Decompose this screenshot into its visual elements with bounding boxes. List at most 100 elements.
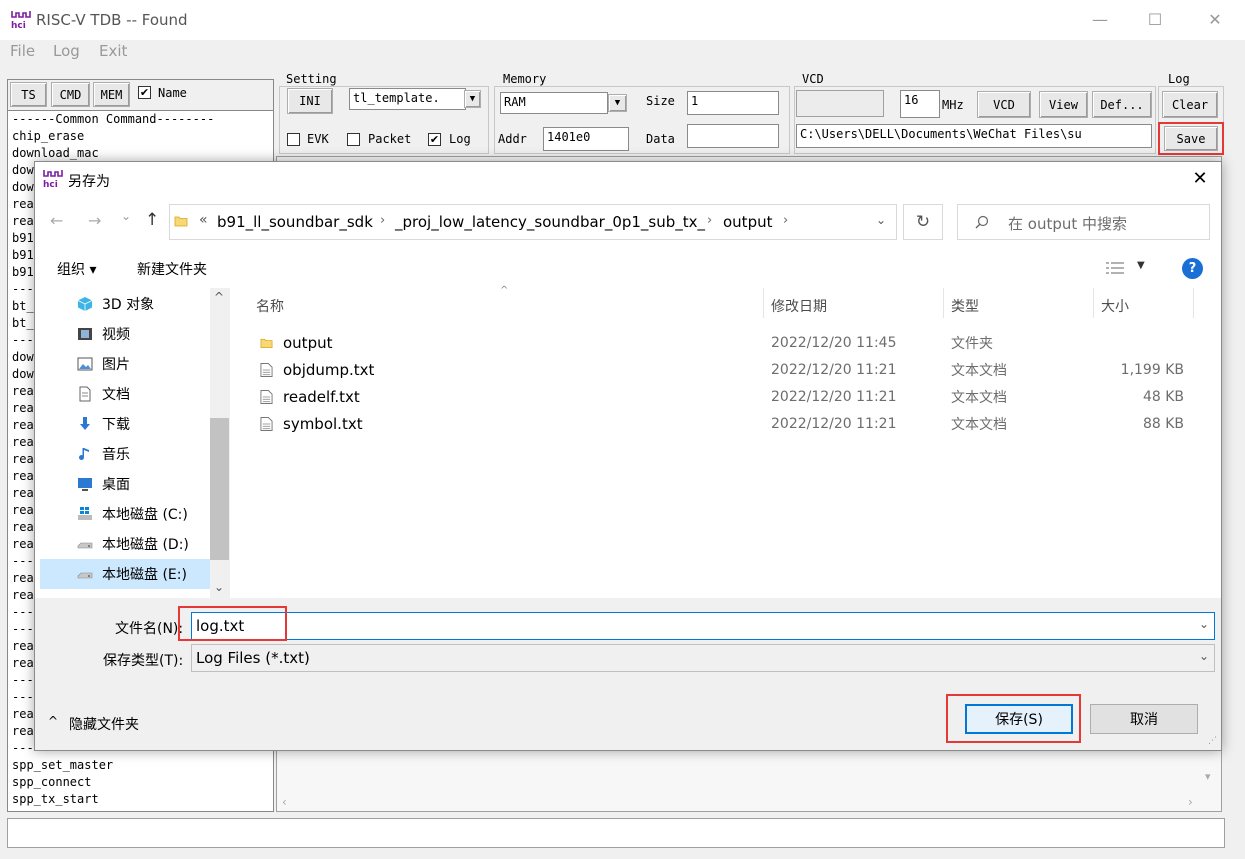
file-row[interactable]: output 2022/12/20 11:45 文件夹 xyxy=(256,329,1196,356)
command-item[interactable]: ------Common Command-------- xyxy=(8,111,273,128)
addr-input[interactable]: 1401e0 xyxy=(543,127,629,151)
column-divider[interactable] xyxy=(1193,288,1194,318)
resize-grip-icon[interactable]: ⋰ xyxy=(1208,736,1217,746)
back-arrow-icon[interactable]: ← xyxy=(50,211,63,230)
menu-file[interactable]: File xyxy=(10,42,35,60)
nav-item-label: 桌面 xyxy=(102,477,130,493)
help-icon[interactable]: ? xyxy=(1182,258,1203,279)
close-button[interactable]: ✕ xyxy=(1200,6,1230,34)
nav-scroll-down-icon[interactable]: ⌄ xyxy=(214,580,224,594)
def-button[interactable]: Def... xyxy=(1092,91,1152,118)
file-type: 文本文档 xyxy=(951,362,1007,379)
command-input[interactable] xyxy=(7,818,1225,848)
vcd-status-box xyxy=(796,90,884,117)
dialog-cancel-button[interactable]: 取消 xyxy=(1090,704,1198,734)
mem-tab[interactable]: MEM xyxy=(93,82,130,107)
packet-checkbox[interactable] xyxy=(347,133,360,146)
filetype-value: Log Files (*.txt) xyxy=(196,649,310,667)
nav-item[interactable]: 本地磁盘 (C:) xyxy=(40,499,210,529)
nav-item[interactable]: 音乐 xyxy=(40,439,210,469)
file-row[interactable]: symbol.txt 2022/12/20 11:21 文本文档 88 KB xyxy=(256,410,1196,437)
template-select[interactable]: tl_template. xyxy=(349,88,466,110)
hide-folders-button[interactable]: 隐藏文件夹 xyxy=(69,714,139,734)
frequency-input[interactable]: 16 xyxy=(900,90,940,118)
breadcrumb-overflow[interactable]: « xyxy=(199,212,208,228)
new-folder-button[interactable]: 新建文件夹 xyxy=(137,259,207,279)
nav-item-label: 音乐 xyxy=(102,447,130,463)
view-button[interactable]: View xyxy=(1039,91,1088,118)
nav-item[interactable]: 3D 对象 xyxy=(40,289,210,319)
forward-arrow-icon[interactable]: → xyxy=(88,211,101,230)
scroll-left-icon[interactable]: ‹ xyxy=(282,795,287,809)
scroll-down-icon[interactable]: ▾ xyxy=(1205,770,1211,783)
clear-button[interactable]: Clear xyxy=(1162,91,1218,118)
vcd-button[interactable]: VCD xyxy=(977,91,1031,118)
template-dropdown-icon[interactable]: ▼ xyxy=(464,90,481,108)
nav-item[interactable]: 本地磁盘 (D:) xyxy=(40,529,210,559)
column-size[interactable]: 大小 xyxy=(1101,296,1129,316)
filename-input[interactable]: log.txt xyxy=(191,612,1215,640)
dialog-close-button[interactable]: ✕ xyxy=(1185,166,1215,192)
filetype-dropdown-icon[interactable]: ⌄ xyxy=(1199,649,1209,663)
nav-scroll-up-icon[interactable]: ^ xyxy=(214,290,224,304)
app-logo-icon: hci xyxy=(11,11,31,29)
nav-item[interactable]: 下载 xyxy=(40,409,210,439)
breadcrumb-sdk[interactable]: b91_ll_soundbar_sdk xyxy=(217,213,373,231)
breadcrumb-output[interactable]: output xyxy=(723,213,772,231)
nav-item[interactable]: 本地磁盘 (E:) xyxy=(40,559,210,589)
column-divider[interactable] xyxy=(763,288,764,318)
file-row[interactable]: readelf.txt 2022/12/20 11:21 文本文档 48 KB xyxy=(256,383,1196,410)
command-item[interactable]: spp_connect xyxy=(8,774,273,791)
nav-item[interactable]: 视频 xyxy=(40,319,210,349)
window-title: RISC-V TDB -- Found xyxy=(36,11,188,29)
menu-exit[interactable]: Exit xyxy=(99,42,127,60)
ini-button[interactable]: INI xyxy=(287,88,333,114)
ts-tab[interactable]: TS xyxy=(10,82,47,107)
breadcrumb-proj[interactable]: _proj_low_latency_soundbar_0p1_sub_tx_ xyxy=(395,213,705,231)
maximize-button[interactable]: ☐ xyxy=(1140,6,1170,34)
minimize-button[interactable]: — xyxy=(1085,6,1115,34)
filename-dropdown-icon[interactable]: ⌄ xyxy=(1199,617,1209,631)
size-input[interactable]: 1 xyxy=(687,91,779,115)
nav-item[interactable]: 桌面 xyxy=(40,469,210,499)
address-dropdown-icon[interactable]: ⌄ xyxy=(876,213,886,227)
memory-type-select[interactable]: RAM xyxy=(500,92,608,114)
up-arrow-icon[interactable]: ↑ xyxy=(145,210,159,230)
command-item[interactable]: spp_tx_start xyxy=(8,791,273,808)
memory-type-dropdown-icon[interactable]: ▼ xyxy=(608,94,627,112)
file-row[interactable]: objdump.txt 2022/12/20 11:21 文本文档 1,199 KB xyxy=(256,356,1196,383)
column-divider[interactable] xyxy=(943,288,944,318)
organize-menu[interactable]: 组织 ▾ xyxy=(57,259,96,279)
refresh-button[interactable]: ↻ xyxy=(903,204,943,240)
command-item[interactable]: spp_tx_stop xyxy=(8,808,273,811)
search-placeholder: 在 output 中搜索 xyxy=(1008,215,1128,233)
file-name: objdump.txt xyxy=(283,360,375,379)
column-type[interactable]: 类型 xyxy=(951,296,979,316)
nav-scrollbar-thumb[interactable] xyxy=(210,418,229,560)
file-date: 2022/12/20 11:21 xyxy=(771,361,897,378)
column-divider[interactable] xyxy=(1093,288,1094,318)
view-dropdown-icon[interactable]: ▼ xyxy=(1137,260,1145,271)
menu-log[interactable]: Log xyxy=(53,42,80,60)
log-checkbox[interactable]: ✔ xyxy=(428,133,441,146)
command-item[interactable]: download_mac xyxy=(8,145,273,162)
data-input[interactable] xyxy=(687,124,779,148)
nav-item[interactable]: 图片 xyxy=(40,349,210,379)
name-checkbox[interactable]: ✔ xyxy=(138,86,151,99)
column-date[interactable]: 修改日期 xyxy=(771,296,827,316)
command-item[interactable]: spp_set_master xyxy=(8,757,273,774)
vcd-group-label: VCD xyxy=(800,72,826,86)
nav-item[interactable]: 文档 xyxy=(40,379,210,409)
vcd-path-input[interactable]: C:\Users\DELL\Documents\WeChat Files\su xyxy=(796,124,1152,148)
recent-locations-icon[interactable]: ⌄ xyxy=(121,209,131,223)
evk-checkbox[interactable] xyxy=(287,133,300,146)
hide-folders-chevron-icon[interactable]: ^ xyxy=(48,714,58,728)
scroll-right-icon[interactable]: › xyxy=(1188,795,1193,809)
dialog-app-icon: hci xyxy=(43,170,63,188)
command-item[interactable]: chip_erase xyxy=(8,128,273,145)
column-name[interactable]: 名称 xyxy=(256,296,284,316)
filetype-select[interactable]: Log Files (*.txt) xyxy=(191,644,1215,672)
view-options-icon[interactable] xyxy=(1105,260,1125,276)
cmd-tab[interactable]: CMD xyxy=(51,82,90,107)
file-type: 文本文档 xyxy=(951,389,1007,406)
